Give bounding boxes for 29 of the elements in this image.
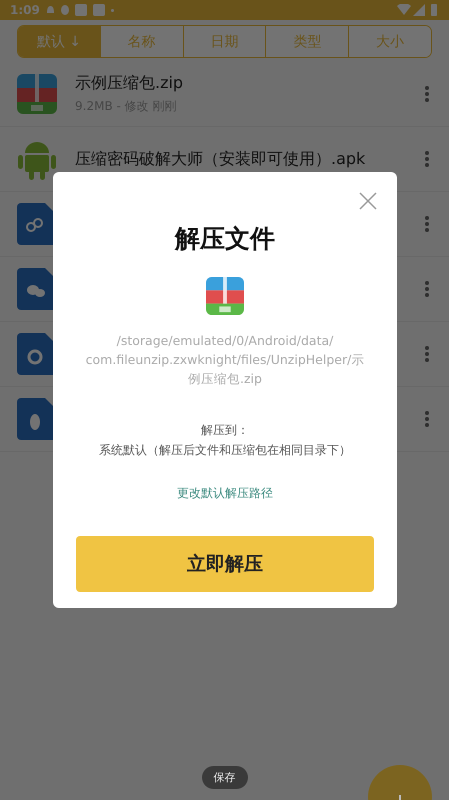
- extract-button[interactable]: 立即解压: [76, 536, 374, 592]
- change-path-link[interactable]: 更改默认解压路径: [177, 485, 273, 502]
- sort-tab[interactable]: 日期: [182, 26, 266, 57]
- file-name: 示例压缩包.zip: [75, 73, 184, 94]
- sort-tab[interactable]: 默认 ↓: [18, 26, 100, 57]
- more-icon[interactable]: [424, 280, 430, 298]
- target-label: 解压到：: [201, 422, 249, 439]
- square-icon: [92, 4, 105, 16]
- file-path: /storage/emulated/0/Android/data/com.fileunzip.zxwknight/files/UnzipHelper/示例压缩包.zip: [84, 332, 366, 388]
- penguin-icon: [60, 5, 69, 15]
- more-icon[interactable]: [424, 410, 430, 428]
- zip-file-icon: [206, 277, 244, 315]
- zip-file-icon: [17, 74, 57, 114]
- target-path: 系统默认（解压后文件和压缩包在相同目录下）: [99, 442, 351, 459]
- close-icon[interactable]: [359, 192, 377, 210]
- toast: 保存: [202, 766, 248, 789]
- more-icon[interactable]: [424, 150, 430, 168]
- square-icon: [74, 4, 87, 16]
- sort-tab[interactable]: 名称: [100, 26, 183, 57]
- file-name: 压缩密码破解大师（安装即可使用）.apk: [75, 148, 366, 170]
- status-time: 1:09: [10, 3, 40, 17]
- system-status-icons: [397, 4, 439, 16]
- sort-tab[interactable]: 类型: [265, 26, 348, 57]
- more-icon[interactable]: [424, 215, 430, 233]
- more-icon[interactable]: [424, 345, 430, 363]
- sort-tab[interactable]: 大小: [348, 26, 431, 57]
- dialog-title: 解压文件: [175, 223, 275, 255]
- bell-icon: [46, 5, 55, 15]
- more-icon[interactable]: [424, 85, 430, 103]
